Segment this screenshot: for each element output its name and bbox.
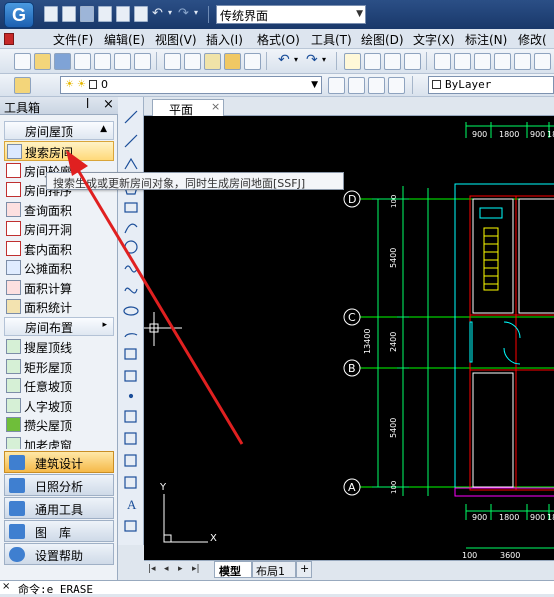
annotation-arrow: [66, 150, 244, 445]
